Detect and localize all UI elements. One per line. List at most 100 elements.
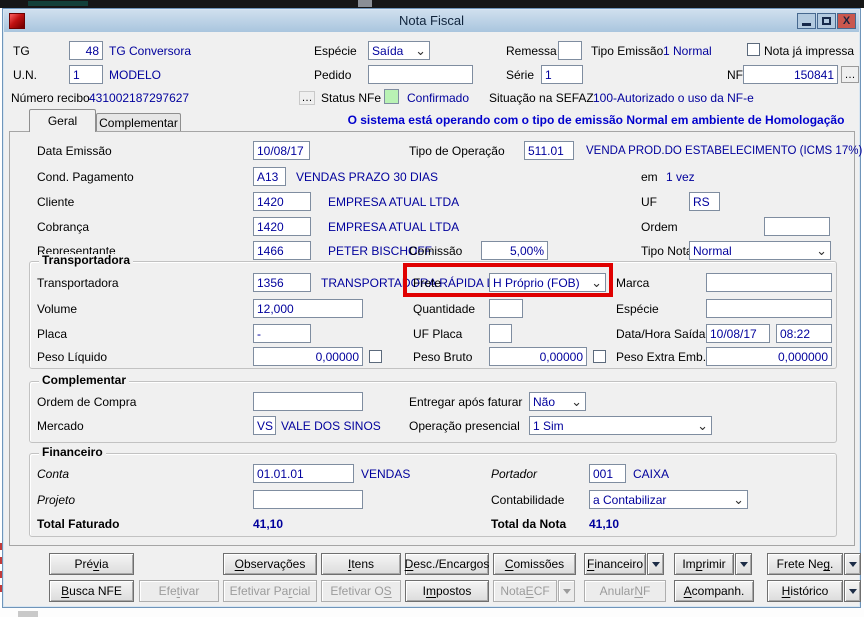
- close-button[interactable]: X: [837, 13, 856, 29]
- anular-nf-button[interactable]: Anular NF: [584, 580, 666, 602]
- portador-label: Portador: [491, 467, 538, 481]
- projeto-field[interactable]: [253, 490, 363, 509]
- conta-desc: VENDAS: [361, 467, 411, 481]
- total-faturado-value: 41,10: [253, 517, 284, 531]
- impostos-button[interactable]: Im postos: [405, 580, 489, 602]
- especie-transp-label: Espécie: [616, 302, 659, 316]
- observacoes-button[interactable]: Observações: [223, 553, 317, 575]
- historico-button[interactable]: Histórico: [767, 580, 843, 602]
- historico-arrow-button[interactable]: [844, 580, 861, 602]
- cliente-field[interactable]: 1420: [253, 192, 311, 211]
- peso-bruto-field[interactable]: 0,00000: [489, 347, 587, 366]
- uf-placa-field[interactable]: [489, 324, 512, 343]
- tg-field[interactable]: 48: [69, 41, 103, 60]
- un-field[interactable]: 1: [69, 65, 103, 84]
- pedido-label: Pedido: [314, 68, 352, 82]
- placa-field[interactable]: -: [253, 324, 311, 343]
- dropdown-arrow-icon: [651, 561, 660, 567]
- financeiro-group-title: Financeiro: [39, 446, 106, 459]
- financeiro-arrow-button[interactable]: [647, 553, 664, 575]
- projeto-label: Projeto: [37, 493, 76, 507]
- efetivar-button[interactable]: Efe t ivar: [139, 580, 219, 602]
- itens-button[interactable]: Itens: [321, 553, 401, 575]
- contabilidade-label: Contabilidade: [491, 493, 565, 507]
- comissoes-button[interactable]: Comissões: [493, 553, 576, 575]
- peso-bruto-checkbox[interactable]: [593, 350, 606, 363]
- acompanh-button[interactable]: Acompanh.: [674, 580, 754, 602]
- imprimir-button[interactable]: Im p rimir: [674, 553, 734, 575]
- maximize-button[interactable]: [817, 13, 836, 29]
- comissao-field[interactable]: 5,00%: [481, 241, 548, 260]
- nota-fiscal-window: Nota Fiscal X TG 48 TG Conversora Espéci…: [2, 8, 862, 608]
- conta-field[interactable]: 01.01.01: [253, 464, 354, 483]
- serie-field[interactable]: 1: [541, 65, 583, 84]
- ordem-compra-field[interactable]: [253, 392, 363, 411]
- peso-liquido-field[interactable]: 0,00000: [253, 347, 363, 366]
- portador-field[interactable]: 001: [589, 464, 626, 483]
- representante-field[interactable]: 1466: [253, 241, 311, 260]
- cond-pagamento-field[interactable]: A13: [253, 167, 286, 186]
- frete-neg-button[interactable]: Frete Ne g.: [767, 553, 843, 575]
- recibo-more-button[interactable]: …: [299, 91, 315, 105]
- nota-impressa-checkbox[interactable]: [747, 43, 760, 56]
- cliente-desc: EMPRESA ATUAL LTDA: [328, 195, 460, 209]
- financeiro-button[interactable]: Financeiro: [584, 553, 646, 575]
- portador-desc: CAIXA: [633, 467, 670, 481]
- tab-complementar[interactable]: Complementar: [96, 113, 181, 131]
- quantidade-field[interactable]: [489, 299, 523, 318]
- cond-pagamento-label: Cond. Pagamento: [37, 170, 134, 184]
- chevron-down-icon: ⌄: [415, 43, 426, 58]
- nf-more-button[interactable]: …: [841, 66, 859, 83]
- status-nfe-indicator: [384, 89, 399, 104]
- tg-label: TG: [13, 44, 30, 58]
- chevron-down-icon: ⌄: [733, 492, 744, 507]
- cliente-label: Cliente: [37, 195, 75, 209]
- cobranca-desc: EMPRESA ATUAL LTDA: [328, 220, 460, 234]
- data-saida-field[interactable]: 10/08/17: [706, 324, 770, 343]
- pedido-field[interactable]: [368, 65, 473, 84]
- operacao-select[interactable]: 1 Sim ⌄: [529, 416, 712, 435]
- frete-neg-arrow-button[interactable]: [844, 553, 861, 575]
- hora-saida-field[interactable]: 08:22: [776, 324, 832, 343]
- frete-select[interactable]: H Próprio (FOB) ⌄: [489, 273, 606, 292]
- nota-impressa-label: Nota já impressa: [764, 44, 855, 58]
- total-nota-value: 41,10: [589, 517, 620, 531]
- data-saida-label: Data/Hora Saída: [616, 327, 706, 341]
- background-top-strip: [0, 0, 864, 8]
- ordem-field[interactable]: [764, 217, 830, 236]
- nota-ecf-button[interactable]: Nota E CF: [493, 580, 557, 602]
- tipo-operacao-field[interactable]: 511.01: [524, 141, 574, 160]
- marca-field[interactable]: [706, 273, 832, 292]
- tab-geral[interactable]: Geral: [29, 109, 96, 132]
- efetivar-os-button[interactable]: Efetivar OS: [321, 580, 401, 602]
- data-emissao-field[interactable]: 10/08/17: [253, 141, 310, 160]
- minimize-button[interactable]: [797, 13, 816, 29]
- transportadora-field[interactable]: 1356: [253, 273, 311, 292]
- transportadora-group-title: Transportadora: [39, 254, 134, 267]
- mercado-field[interactable]: VS: [253, 416, 276, 435]
- tipo-nota-select[interactable]: Normal ⌄: [689, 241, 831, 260]
- peso-liquido-checkbox[interactable]: [369, 350, 382, 363]
- efetivar-parcial-button[interactable]: Efetivar Pa r cial: [223, 580, 317, 602]
- contabilidade-select[interactable]: a Contabilizar ⌄: [589, 490, 748, 509]
- nota-ecf-arrow-button[interactable]: [558, 580, 575, 602]
- peso-extra-field[interactable]: 0,000000: [706, 347, 832, 366]
- entregar-select[interactable]: Não ⌄: [529, 392, 586, 411]
- especie-transp-field[interactable]: [706, 299, 832, 318]
- especie-select[interactable]: Saída ⌄: [368, 41, 430, 60]
- nf-field[interactable]: 150841: [743, 65, 838, 84]
- cobranca-field[interactable]: 1420: [253, 217, 311, 236]
- imprimir-arrow-button[interactable]: [735, 553, 752, 575]
- volume-field[interactable]: 12,000: [253, 299, 363, 318]
- conta-label: Conta: [37, 467, 70, 481]
- peso-extra-label: Peso Extra Emb.: [616, 350, 707, 364]
- busca-nfe-button[interactable]: Busca NFE: [49, 580, 134, 602]
- serie-label: Série: [506, 68, 535, 82]
- previa-button[interactable]: Pré v ia: [49, 553, 134, 575]
- recibo-value: 431002187297627: [89, 91, 190, 105]
- recibo-label: Número recibo: [11, 91, 90, 105]
- desc-encargos-button[interactable]: Desc./Encargos: [405, 553, 489, 575]
- operacao-label: Operação presencial: [409, 419, 520, 433]
- uf-field[interactable]: RS: [689, 192, 720, 211]
- remessa-field[interactable]: [558, 41, 582, 60]
